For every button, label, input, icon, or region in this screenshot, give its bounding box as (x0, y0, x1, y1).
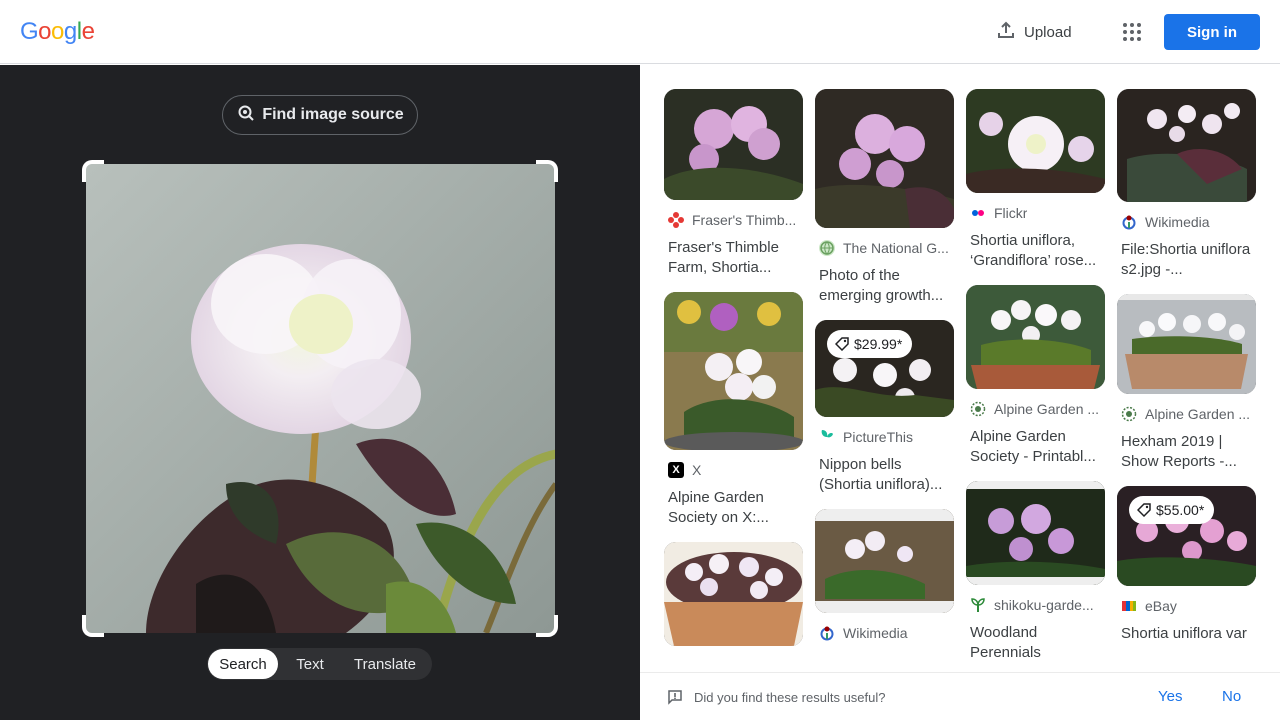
result-thumbnail[interactable] (815, 509, 954, 613)
results-column: Fraser's Thimb... Fraser's Thimble Farm,… (664, 89, 803, 660)
logo-letter: o (51, 18, 64, 45)
sign-in-button[interactable]: Sign in (1164, 14, 1260, 50)
result-thumbnail[interactable] (815, 89, 954, 228)
red-flower-icon (668, 212, 684, 228)
result-title[interactable]: Shortia uniflora var (1121, 624, 1252, 664)
result-title[interactable]: Hexham 2019 | Show Reports -... (1121, 432, 1252, 472)
flower-badge-icon (1121, 406, 1137, 422)
result-source: Alpine Garden ... (1145, 406, 1251, 422)
result-title[interactable]: Alpine Garden Society - Printabl... (970, 427, 1101, 467)
result-thumbnail[interactable] (664, 542, 803, 646)
lens-preview-panel: Find image source Search Text Translate (0, 65, 640, 720)
result-card[interactable]: Fraser's Thimb... Fraser's Thimble Farm,… (664, 89, 803, 278)
logo-letter: e (81, 18, 95, 45)
lens-mode-switcher: Search Text Translate (207, 648, 432, 680)
results-column: Flickr Shortia uniflora, ‘Grandiflora’ r… (966, 89, 1105, 671)
crop-handle-top-left[interactable] (82, 160, 104, 182)
mode-search-tab[interactable]: Search (208, 649, 278, 679)
wikimedia-icon (819, 625, 835, 641)
result-title[interactable]: Photo of the emerging growth... (819, 266, 950, 306)
result-source: shikoku-garde... (994, 597, 1094, 613)
crop-handle-bottom-right[interactable] (536, 615, 558, 637)
price-tag-icon (1137, 503, 1151, 517)
flower-badge-icon (970, 401, 986, 417)
result-card[interactable]: XX Alpine Garden Society on X:... (664, 292, 803, 528)
result-card[interactable]: $29.99* PictureThis Nippon bells (Shorti… (815, 320, 954, 495)
top-bar: Google Upload Sign in (0, 0, 1280, 64)
price-label: $29.99* (854, 336, 903, 352)
results-column: The National G... Photo of the emerging … (815, 89, 954, 655)
feedback-question: Did you find these results useful? (694, 690, 886, 705)
price-badge: $55.00* (1129, 496, 1215, 524)
result-title[interactable]: Nippon bells (Shortia uniflora)... (819, 455, 950, 495)
result-card[interactable] (664, 542, 803, 646)
find-image-source-label: Find image source (262, 106, 404, 123)
visual-matches-panel: Fraser's Thimb... Fraser's Thimble Farm,… (640, 65, 1280, 671)
result-title[interactable]: Shortia uniflora, ‘Grandiflora’ rose... (970, 231, 1101, 271)
find-image-source-button[interactable]: Find image source (222, 95, 418, 135)
leaf-icon (819, 429, 835, 445)
result-thumbnail[interactable] (664, 89, 803, 200)
result-card[interactable]: Flickr Shortia uniflora, ‘Grandiflora’ r… (966, 89, 1105, 271)
upload-label: Upload (1024, 23, 1072, 41)
feedback-icon (667, 689, 683, 708)
result-title[interactable]: File:Shortia uniflora s2.jpg -... (1121, 240, 1252, 280)
price-label: $55.00* (1156, 502, 1205, 518)
result-card[interactable]: Wikimedia File:Shortia uniflora s2.jpg -… (1117, 89, 1256, 280)
crop-handle-bottom-left[interactable] (82, 615, 104, 637)
result-thumbnail[interactable]: $29.99* (815, 320, 954, 417)
result-source: Flickr (994, 205, 1028, 221)
flickr-icon (970, 205, 986, 221)
result-thumbnail[interactable] (966, 89, 1105, 193)
results-column: Wikimedia File:Shortia uniflora s2.jpg -… (1117, 89, 1256, 671)
result-title[interactable]: Alpine Garden Society on X:... (668, 488, 799, 528)
query-image[interactable] (86, 164, 555, 633)
apps-grid-icon[interactable] (1116, 16, 1148, 48)
upload-icon (996, 20, 1016, 44)
result-card[interactable]: $55.00* eBay Shortia uniflora var (1117, 486, 1256, 664)
globe-icon (819, 240, 835, 256)
crop-handle-top-right[interactable] (536, 160, 558, 182)
result-source: Wikimedia (843, 625, 908, 641)
price-tag-icon (835, 337, 849, 351)
feedback-bar: Did you find these results useful? Yes N… (640, 672, 1280, 720)
result-source: The National G... (843, 240, 949, 256)
result-title[interactable]: Fraser's Thimble Farm, Shortia... (668, 238, 799, 278)
result-thumbnail[interactable]: $55.00* (1117, 486, 1256, 586)
result-title[interactable]: Woodland Perennials (970, 623, 1101, 663)
ebay-icon (1121, 598, 1137, 614)
price-badge: $29.99* (827, 330, 913, 358)
result-card[interactable]: shikoku-garde... Woodland Perennials (966, 481, 1105, 663)
result-thumbnail[interactable] (966, 285, 1105, 389)
mode-text-tab[interactable]: Text (278, 649, 342, 679)
wikimedia-icon (1121, 214, 1137, 230)
logo-letter: G (20, 18, 39, 45)
result-source: eBay (1145, 598, 1177, 614)
result-source: X (692, 462, 702, 478)
result-thumbnail[interactable] (966, 481, 1105, 585)
feedback-yes-button[interactable]: Yes (1158, 688, 1182, 705)
result-thumbnail[interactable] (1117, 294, 1256, 394)
result-card[interactable]: Alpine Garden ... Hexham 2019 | Show Rep… (1117, 294, 1256, 472)
feedback-no-button[interactable]: No (1222, 688, 1241, 705)
mode-translate-tab[interactable]: Translate (342, 649, 428, 679)
result-card[interactable]: Alpine Garden ... Alpine Garden Society … (966, 285, 1105, 467)
lens-search-icon (236, 103, 256, 128)
result-source: Wikimedia (1145, 214, 1210, 230)
result-thumbnail[interactable] (1117, 89, 1256, 202)
logo-letter: o (38, 18, 52, 45)
sprout-icon (970, 597, 986, 613)
x-logo-icon: X (668, 462, 684, 478)
upload-button[interactable]: Upload (988, 16, 1080, 48)
result-source: Alpine Garden ... (994, 401, 1100, 417)
result-card[interactable]: The National G... Photo of the emerging … (815, 89, 954, 306)
logo-letter: g (63, 18, 77, 45)
result-thumbnail[interactable] (664, 292, 803, 450)
result-source: Fraser's Thimb... (692, 212, 797, 228)
result-source: PictureThis (843, 429, 914, 445)
google-logo[interactable]: Google (20, 18, 95, 46)
result-card[interactable]: Wikimedia (815, 509, 954, 641)
